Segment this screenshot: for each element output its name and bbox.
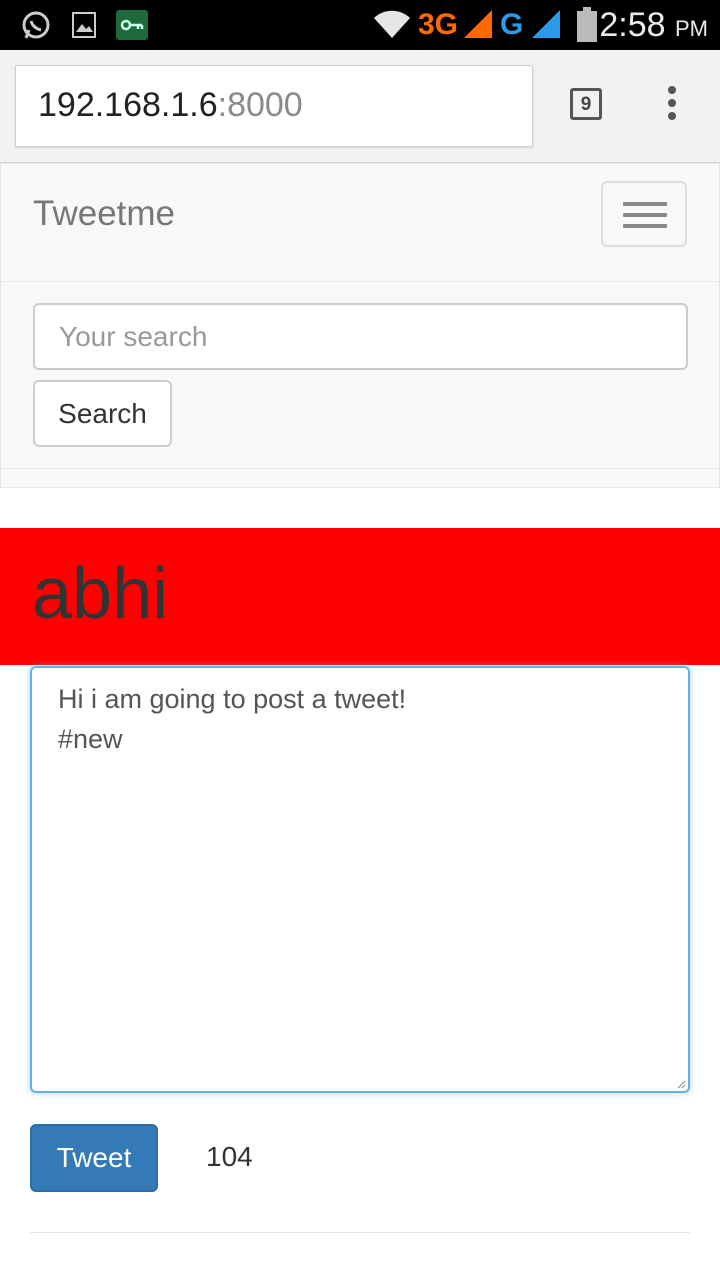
tweet-button[interactable]: Tweet — [30, 1124, 158, 1192]
network-3g-label: 3G — [418, 8, 459, 41]
tab-switcher-button[interactable]: 9 — [570, 88, 602, 120]
url-port: :8000 — [217, 86, 303, 124]
clock-time: 2:58 — [599, 6, 666, 44]
char-counter: 104 — [206, 1141, 253, 1172]
search-input[interactable]: Your search — [33, 303, 688, 370]
navbar-toggle-button[interactable] — [601, 181, 687, 247]
wifi-icon — [374, 10, 410, 38]
tweet-text-line: Hi i am going to post a tweet! — [58, 684, 407, 714]
vpn-key-icon — [116, 10, 148, 40]
navbar-brand[interactable]: Tweetme — [33, 194, 175, 234]
profile-banner: abhi — [0, 528, 720, 665]
battery-icon — [577, 7, 597, 42]
address-bar[interactable]: 192.168.1.6:8000 — [15, 65, 533, 147]
profile-username: abhi — [32, 554, 169, 634]
navbar-divider — [1, 468, 719, 469]
status-bar: 3G G 2:58 PM — [0, 0, 720, 50]
whatsapp-icon — [22, 11, 50, 39]
navbar-divider — [1, 281, 719, 282]
tweet-textarea[interactable]: Hi i am going to post a tweet! #new — [30, 666, 690, 1093]
site-navbar: Tweetme Your search Search — [0, 163, 720, 488]
url-text: 192.168.1.6:8000 — [38, 86, 303, 125]
browser-toolbar: 192.168.1.6:8000 9 — [0, 50, 720, 163]
search-button[interactable]: Search — [33, 380, 172, 447]
url-host: 192.168.1.6 — [38, 86, 218, 124]
tweet-text-line: #new — [58, 724, 123, 754]
overflow-menu-icon[interactable] — [662, 86, 682, 126]
hamburger-icon — [623, 202, 667, 206]
clock-ampm: PM — [675, 16, 708, 41]
signal-icon — [464, 10, 492, 38]
divider — [30, 1232, 690, 1233]
gallery-icon — [72, 12, 96, 38]
signal-icon — [532, 10, 560, 38]
resize-handle-icon[interactable] — [676, 1079, 686, 1089]
clock: 2:58 PM — [599, 6, 708, 45]
network-g-label: G — [500, 8, 524, 41]
